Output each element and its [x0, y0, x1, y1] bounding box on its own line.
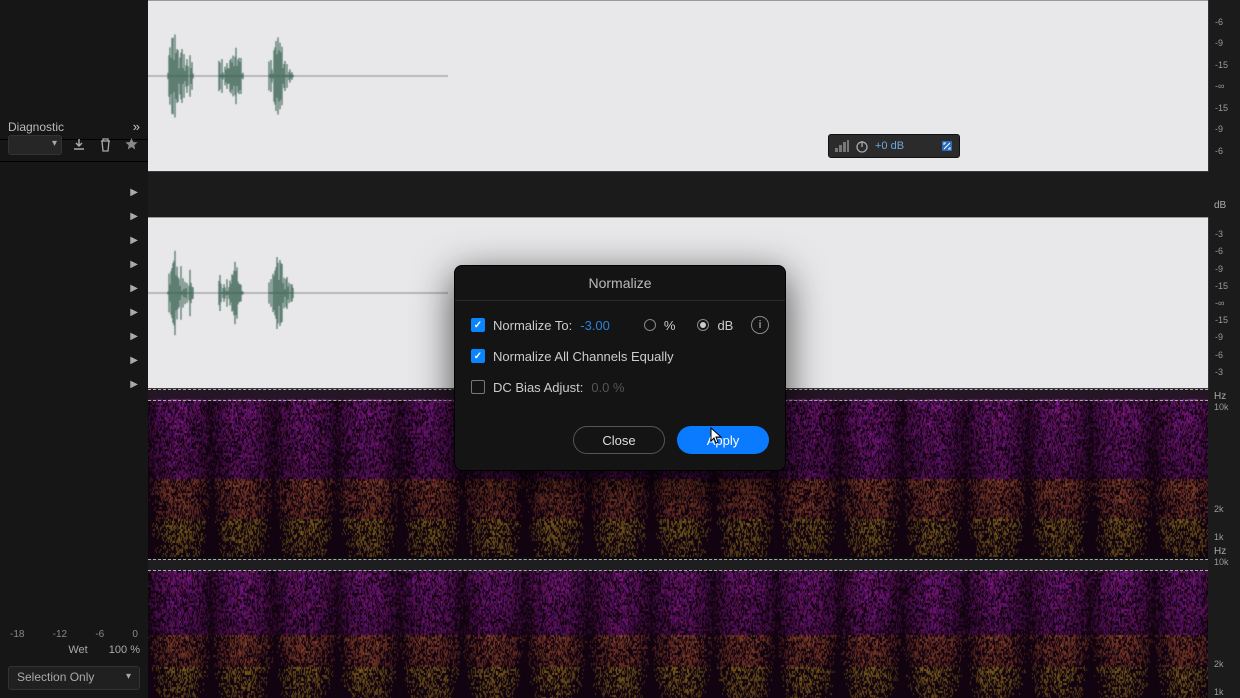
- dc-bias-checkbox[interactable]: [471, 380, 485, 394]
- download-icon[interactable]: [70, 136, 88, 154]
- wet-value[interactable]: 100 %: [109, 644, 140, 656]
- apply-button[interactable]: Apply: [677, 426, 769, 454]
- effects-list: ▶ ▶ ▶ ▶ ▶ ▶ ▶ ▶ ▶: [0, 162, 148, 615]
- expand-icon[interactable]: [941, 140, 953, 152]
- frequency-ruler: Hz10k2k1k Hz10k2k1k: [1208, 389, 1240, 698]
- dc-bias-value[interactable]: 0.0 %: [591, 380, 624, 395]
- wet-label: Wet: [68, 644, 87, 656]
- scale-mark: -6: [95, 629, 104, 640]
- dc-bias-label: DC Bias Adjust:: [493, 380, 583, 395]
- ruler-unit-db: dB: [1214, 200, 1226, 211]
- panel-footer: -18 -12 -6 0 Wet 100 % Selection Only: [0, 615, 148, 698]
- expand-icon[interactable]: ▶: [130, 235, 138, 246]
- scale-mark: -12: [53, 629, 67, 640]
- unit-percent-radio[interactable]: [644, 319, 656, 331]
- normalize-dialog: Normalize Normalize To: -3.00 % dB i Nor…: [454, 265, 786, 471]
- expand-icon[interactable]: ▶: [130, 187, 138, 198]
- normalize-to-label: Normalize To:: [493, 318, 572, 333]
- unit-percent-label: %: [664, 318, 676, 333]
- level-icon: [835, 140, 849, 152]
- equal-channels-checkbox[interactable]: [471, 349, 485, 363]
- panel-header: Diagnostic »: [0, 0, 148, 128]
- power-icon: [855, 139, 869, 153]
- expand-icon[interactable]: ▶: [130, 379, 138, 390]
- expand-icon[interactable]: ▶: [130, 259, 138, 270]
- expand-icon[interactable]: ▶: [130, 211, 138, 222]
- dialog-title: Normalize: [455, 266, 785, 301]
- waveform-channel-left[interactable]: [148, 0, 1208, 172]
- expand-icon[interactable]: ▶: [130, 307, 138, 318]
- amplitude-ruler: -6-9-15-∞-15-9-6 dB -3-6-9-15-∞-15-9-6-3: [1208, 0, 1240, 389]
- apply-scope-select[interactable]: Selection Only: [8, 666, 140, 690]
- effects-panel: Diagnostic » ▶ ▶ ▶ ▶ ▶ ▶ ▶ ▶: [0, 0, 148, 698]
- unit-db-radio[interactable]: [697, 319, 709, 331]
- mix-scale: -18 -12 -6 0: [10, 629, 138, 640]
- expand-icon[interactable]: ▶: [130, 283, 138, 294]
- equal-channels-label: Normalize All Channels Equally: [493, 349, 674, 364]
- panel-toolbar: [0, 128, 148, 162]
- preset-select[interactable]: [8, 135, 62, 155]
- ruler-unit-hz: Hz: [1214, 546, 1226, 557]
- trash-icon[interactable]: [96, 136, 114, 154]
- star-icon[interactable]: [122, 136, 140, 154]
- expand-icon[interactable]: ▶: [130, 331, 138, 342]
- ruler-unit-hz: Hz: [1214, 391, 1226, 402]
- normalize-to-value[interactable]: -3.00: [580, 318, 610, 333]
- info-icon[interactable]: i: [751, 316, 769, 334]
- normalize-to-checkbox[interactable]: [471, 318, 485, 332]
- scale-mark: 0: [132, 629, 138, 640]
- hud-value: +0 dB: [875, 140, 904, 152]
- unit-db-label: dB: [717, 318, 733, 333]
- expand-icon[interactable]: ▶: [130, 355, 138, 366]
- scale-mark: -18: [10, 629, 24, 640]
- volume-hud[interactable]: +0 dB: [828, 134, 960, 158]
- close-button[interactable]: Close: [573, 426, 665, 454]
